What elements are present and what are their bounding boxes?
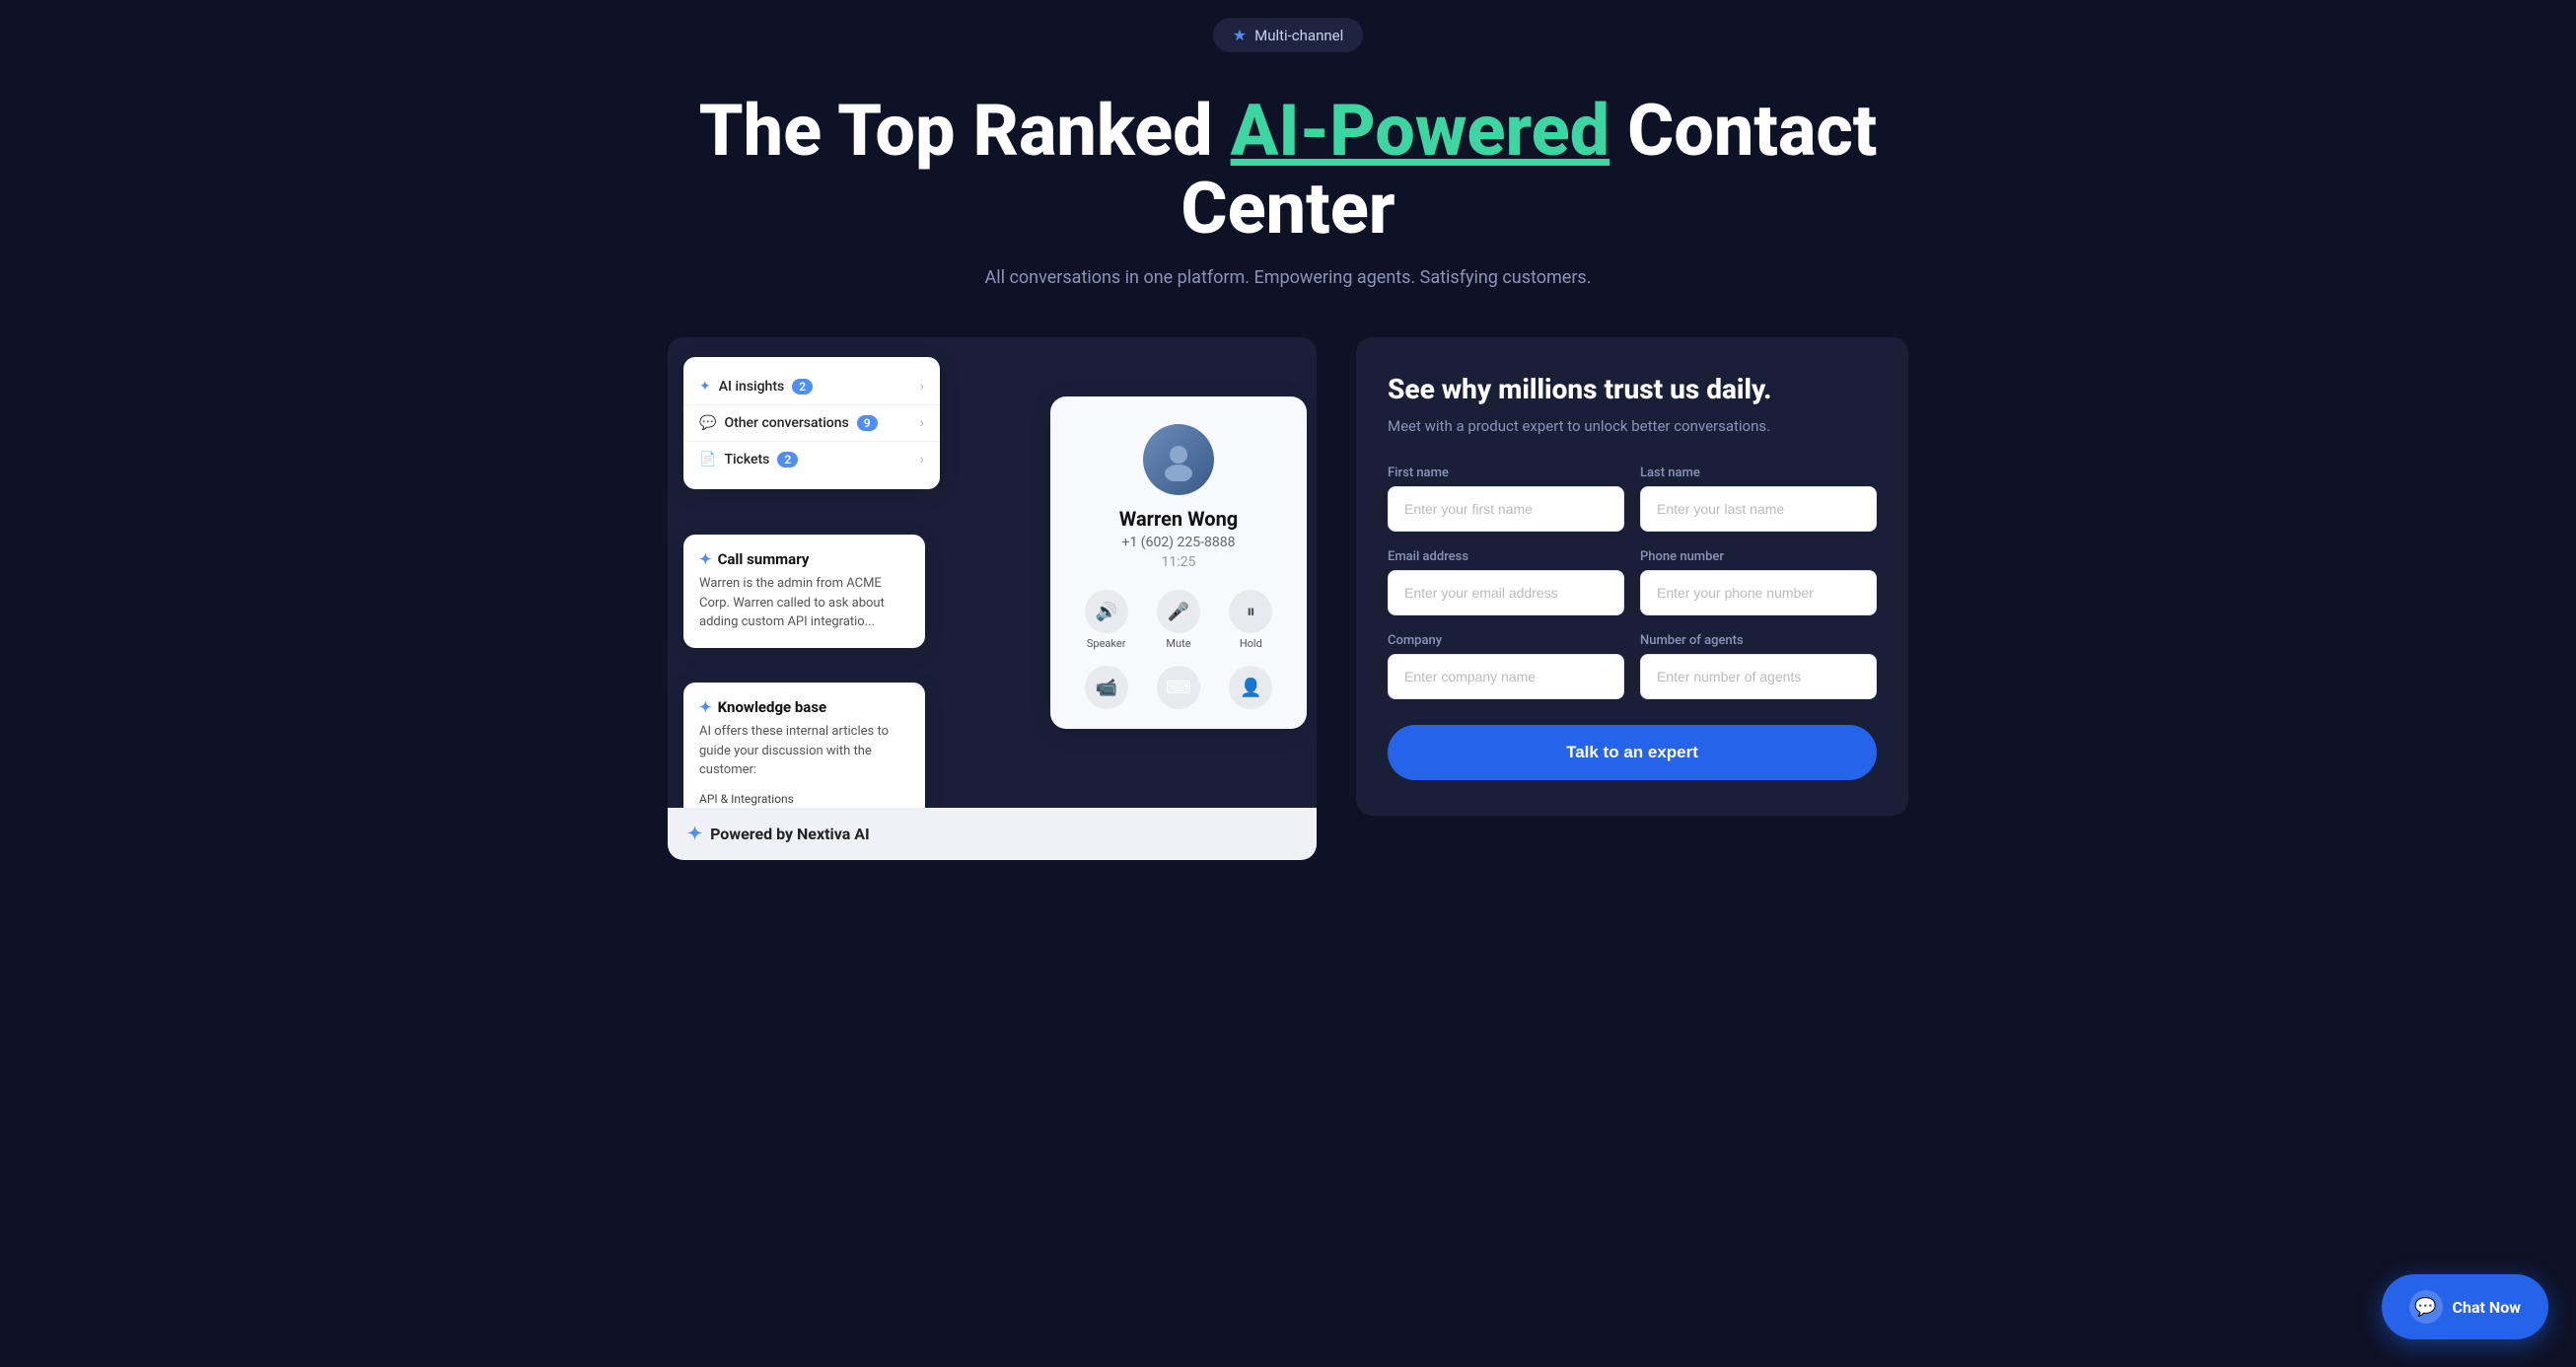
name-row: First name Last name (1388, 466, 1877, 532)
sidebar-item-tickets[interactable]: 📄 Tickets 2 › (683, 442, 940, 477)
agents-group: Number of agents (1640, 633, 1877, 699)
phone-controls: 🔊 Speaker 🎤 Mute ⏸ Hold (1070, 590, 1287, 650)
tickets-badge: 2 (777, 452, 798, 468)
company-agents-row: Company Number of agents (1388, 633, 1877, 699)
knowledge-base-title: Knowledge base (718, 698, 827, 716)
star-icon: ★ (1233, 26, 1247, 44)
chat-now-button[interactable]: 💬 Chat Now (2382, 1274, 2548, 1339)
powered-text: Powered by Nextiva AI (710, 825, 870, 843)
mockup-outer: ✦ AI insights 2 › 💬 Other conversations … (668, 337, 1317, 860)
ticket-icon: 📄 (699, 452, 716, 468)
chat-now-icon: 💬 (2409, 1290, 2443, 1324)
mute-label: Mute (1166, 637, 1190, 650)
email-input[interactable] (1388, 570, 1624, 615)
last-name-group: Last name (1640, 466, 1877, 532)
powered-icon: ✦ (687, 824, 702, 844)
phone-controls-2: 📹 ⌨ 👤 (1070, 666, 1287, 709)
badge-text: Multi-channel (1254, 27, 1343, 44)
chat-icon: 💬 (699, 415, 716, 431)
first-name-label: First name (1388, 466, 1624, 480)
mute-button[interactable]: 🎤 Mute (1157, 590, 1200, 650)
phone-input[interactable] (1640, 570, 1877, 615)
caller-number: +1 (602) 225-8888 (1070, 535, 1287, 550)
hero-heading: The Top Ranked AI-Powered Contact Center (668, 92, 1908, 248)
phone-avatar (1143, 424, 1214, 495)
company-input[interactable] (1388, 654, 1624, 699)
last-name-label: Last name (1640, 466, 1877, 480)
speaker-button[interactable]: 🔊 Speaker (1085, 590, 1128, 650)
knowledge-base-icon: ✦ (699, 698, 712, 716)
powered-bar: ✦ Powered by Nextiva AI (668, 808, 1317, 860)
hold-label: Hold (1240, 637, 1262, 650)
knowledge-base-body: AI offers these internal articles to gui… (699, 722, 909, 780)
talk-to-expert-button[interactable]: Talk to an expert (1388, 725, 1877, 780)
other-convos-badge: 9 (857, 415, 878, 431)
tickets-chevron: › (920, 452, 924, 468)
caller-name: Warren Wong (1070, 507, 1287, 531)
video-button[interactable]: 📹 (1085, 666, 1128, 709)
heading-plain: The Top Ranked (699, 89, 1231, 173)
tickets-label: Tickets (724, 452, 769, 468)
chat-now-label: Chat Now (2453, 1298, 2521, 1317)
call-time: 11:25 (1070, 554, 1287, 570)
call-summary-icon: ✦ (699, 550, 712, 568)
speaker-label: Speaker (1087, 637, 1126, 650)
email-label: Email address (1388, 549, 1624, 564)
email-phone-row: Email address Phone number (1388, 549, 1877, 615)
first-name-group: First name (1388, 466, 1624, 532)
agents-label: Number of agents (1640, 633, 1877, 648)
phone-card: Warren Wong +1 (602) 225-8888 11:25 🔊 Sp… (1050, 396, 1307, 729)
form-title: See why millions trust us daily. (1388, 373, 1877, 405)
hold-button[interactable]: ⏸ Hold (1229, 590, 1272, 650)
company-label: Company (1388, 633, 1624, 648)
agents-input[interactable] (1640, 654, 1877, 699)
form-panel: See why millions trust us daily. Meet wi… (1356, 337, 1908, 816)
sidebar-item-ai-insights[interactable]: ✦ AI insights 2 › (683, 369, 940, 405)
call-summary-title: Call summary (718, 550, 810, 568)
other-convos-label: Other conversations (724, 415, 848, 431)
first-name-input[interactable] (1388, 486, 1624, 532)
contacts-button[interactable]: 👤 (1229, 666, 1272, 709)
multi-channel-badge: ★ Multi-channel (1213, 18, 1364, 52)
mockup-wrapper: ✦ AI insights 2 › 💬 Other conversations … (668, 337, 1317, 860)
heading-highlight: AI-Powered (1231, 89, 1610, 173)
company-group: Company (1388, 633, 1624, 699)
ai-insights-chevron: › (920, 379, 924, 395)
other-convos-chevron: › (920, 415, 924, 431)
ai-insights-label: AI insights (719, 379, 784, 395)
phone-label: Phone number (1640, 549, 1877, 564)
form-subtitle: Meet with a product expert to unlock bet… (1388, 415, 1877, 438)
keypad-button[interactable]: ⌨ (1157, 666, 1200, 709)
main-content: ✦ AI insights 2 › 💬 Other conversations … (668, 337, 1908, 899)
phone-group: Phone number (1640, 549, 1877, 615)
email-group: Email address (1388, 549, 1624, 615)
ai-insights-badge: 2 (792, 379, 813, 395)
sidebar-panel: ✦ AI insights 2 › 💬 Other conversations … (683, 357, 940, 489)
call-summary-card: ✦ Call summary Warren is the admin from … (683, 535, 925, 648)
call-summary-body: Warren is the admin from ACME Corp. Warr… (699, 574, 909, 632)
sidebar-item-other-convos[interactable]: 💬 Other conversations 9 › (683, 405, 940, 442)
hero-subtext: All conversations in one platform. Empow… (668, 267, 1908, 288)
ai-insights-icon: ✦ (699, 379, 711, 395)
last-name-input[interactable] (1640, 486, 1877, 532)
